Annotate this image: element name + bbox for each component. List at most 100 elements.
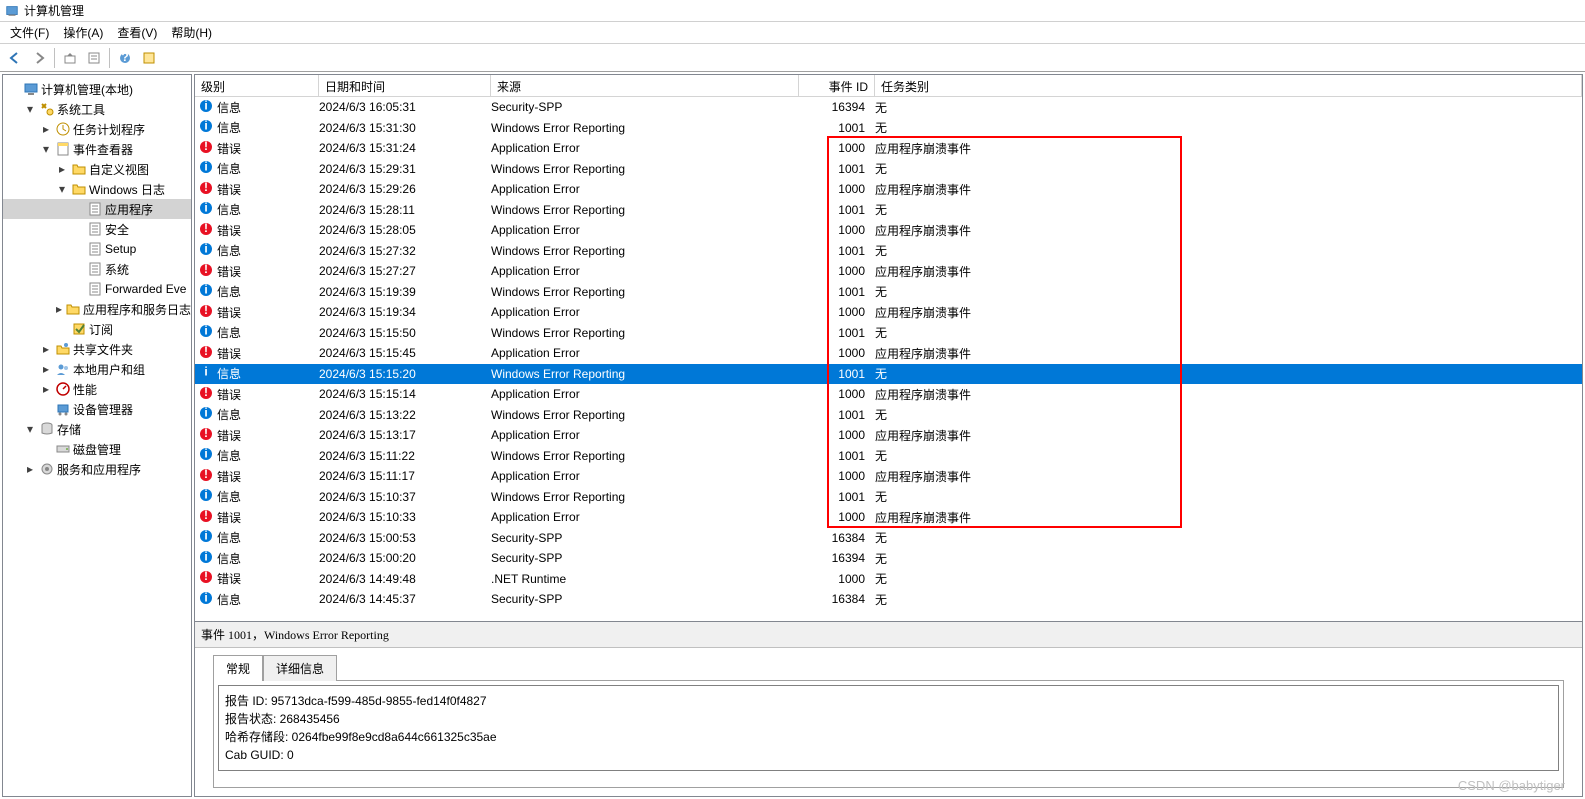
event-row[interactable]: i信息2024/6/3 16:05:31Security-SPP16394无 bbox=[195, 97, 1582, 118]
event-row[interactable]: i信息2024/6/3 15:15:50Windows Error Report… bbox=[195, 323, 1582, 344]
event-row[interactable]: i信息2024/6/3 15:28:11Windows Error Report… bbox=[195, 200, 1582, 221]
tree-item[interactable]: 计算机管理(本地) bbox=[3, 79, 191, 99]
event-level: 信息 bbox=[217, 242, 241, 259]
grid-header[interactable]: 级别 日期和时间 来源 事件 ID 任务类别 bbox=[195, 75, 1582, 97]
col-category[interactable]: 任务类别 bbox=[875, 75, 1582, 96]
tree-item[interactable]: ▾系统工具 bbox=[3, 99, 191, 119]
event-row[interactable]: i信息2024/6/3 15:29:31Windows Error Report… bbox=[195, 159, 1582, 180]
tree-twisty[interactable]: ▸ bbox=[55, 302, 63, 316]
tree-twisty[interactable]: ▾ bbox=[23, 102, 37, 116]
event-row[interactable]: !错误2024/6/3 15:10:33Application Error100… bbox=[195, 507, 1582, 528]
event-row[interactable]: i信息2024/6/3 15:13:22Windows Error Report… bbox=[195, 405, 1582, 426]
event-row[interactable]: i信息2024/6/3 14:45:37Security-SPP16384无 bbox=[195, 589, 1582, 610]
event-id: 1001 bbox=[799, 490, 875, 504]
back-button[interactable] bbox=[4, 47, 26, 69]
event-row[interactable]: i信息2024/6/3 15:27:32Windows Error Report… bbox=[195, 241, 1582, 262]
error-icon: ! bbox=[199, 222, 213, 239]
event-row[interactable]: i信息2024/6/3 15:10:37Windows Error Report… bbox=[195, 487, 1582, 508]
col-level[interactable]: 级别 bbox=[195, 75, 319, 96]
error-icon: ! bbox=[199, 386, 213, 403]
info-icon: i bbox=[199, 365, 213, 382]
tree-item[interactable]: 磁盘管理 bbox=[3, 439, 191, 459]
tree-item[interactable]: ▸自定义视图 bbox=[3, 159, 191, 179]
help-button[interactable]: ? bbox=[114, 47, 136, 69]
event-row[interactable]: !错误2024/6/3 15:28:05Application Error100… bbox=[195, 220, 1582, 241]
event-row[interactable]: i信息2024/6/3 15:00:53Security-SPP16384无 bbox=[195, 528, 1582, 549]
tree-item[interactable]: Setup bbox=[3, 239, 191, 259]
event-row[interactable]: !错误2024/6/3 15:15:14Application Error100… bbox=[195, 384, 1582, 405]
properties-button[interactable] bbox=[83, 47, 105, 69]
tree-twisty[interactable]: ▸ bbox=[39, 382, 53, 396]
tree-item[interactable]: 系统 bbox=[3, 259, 191, 279]
tree-item[interactable]: ▸应用程序和服务日志 bbox=[3, 299, 191, 319]
svg-text:i: i bbox=[204, 283, 207, 297]
tree-twisty[interactable]: ▾ bbox=[55, 182, 69, 196]
tree-label: 订阅 bbox=[89, 321, 113, 338]
event-row[interactable]: !错误2024/6/3 15:31:24Application Error100… bbox=[195, 138, 1582, 159]
event-source: Windows Error Reporting bbox=[491, 285, 799, 299]
info-icon: i bbox=[199, 447, 213, 464]
tree-item[interactable]: 应用程序 bbox=[3, 199, 191, 219]
event-source: Application Error bbox=[491, 387, 799, 401]
up-button[interactable] bbox=[59, 47, 81, 69]
event-grid[interactable]: 级别 日期和时间 来源 事件 ID 任务类别 i信息2024/6/3 16:05… bbox=[195, 75, 1582, 621]
tree-twisty[interactable]: ▸ bbox=[55, 162, 69, 176]
tree-twisty[interactable]: ▾ bbox=[39, 142, 53, 156]
error-icon: ! bbox=[199, 345, 213, 362]
event-row[interactable]: !错误2024/6/3 14:49:48.NET Runtime1000无 bbox=[195, 569, 1582, 590]
tree-item[interactable]: 安全 bbox=[3, 219, 191, 239]
tree-twisty[interactable]: ▾ bbox=[23, 422, 37, 436]
col-id[interactable]: 事件 ID bbox=[799, 75, 875, 96]
nav-tree[interactable]: 计算机管理(本地)▾系统工具▸任务计划程序▾事件查看器▸自定义视图▾Window… bbox=[2, 74, 192, 797]
svg-text:!: ! bbox=[204, 181, 208, 194]
tree-item[interactable]: ▸性能 bbox=[3, 379, 191, 399]
tab-general[interactable]: 常规 bbox=[213, 655, 263, 681]
tree-item[interactable]: ▸任务计划程序 bbox=[3, 119, 191, 139]
tree-item[interactable]: ▸ 服务和应用程序 bbox=[3, 459, 191, 479]
menu-help[interactable]: 帮助(H) bbox=[165, 22, 218, 43]
event-source: Application Error bbox=[491, 469, 799, 483]
col-source[interactable]: 来源 bbox=[491, 75, 799, 96]
event-datetime: 2024/6/3 15:10:33 bbox=[319, 510, 491, 524]
tree-item[interactable]: ▾存储 bbox=[3, 419, 191, 439]
folder-icon bbox=[65, 301, 81, 317]
event-row[interactable]: !错误2024/6/3 15:29:26Application Error100… bbox=[195, 179, 1582, 200]
tree-item[interactable]: ▾事件查看器 bbox=[3, 139, 191, 159]
refresh-button[interactable] bbox=[138, 47, 160, 69]
col-date[interactable]: 日期和时间 bbox=[319, 75, 491, 96]
menu-view[interactable]: 查看(V) bbox=[111, 22, 163, 43]
event-row[interactable]: !错误2024/6/3 15:13:17Application Error100… bbox=[195, 425, 1582, 446]
event-row[interactable]: i信息2024/6/3 15:15:20Windows Error Report… bbox=[195, 364, 1582, 385]
event-row[interactable]: !错误2024/6/3 15:19:34Application Error100… bbox=[195, 302, 1582, 323]
detail-text: 报告 ID: 95713dca-f599-485d-9855-fed14f0f4… bbox=[218, 685, 1559, 771]
event-category: 无 bbox=[875, 570, 1582, 587]
tree-twisty[interactable]: ▸ bbox=[39, 342, 53, 356]
tree-twisty[interactable]: ▸ bbox=[39, 122, 53, 136]
menu-file[interactable]: 文件(F) bbox=[4, 22, 55, 43]
tree-item[interactable]: 订阅 bbox=[3, 319, 191, 339]
event-source: Windows Error Reporting bbox=[491, 203, 799, 217]
event-level: 信息 bbox=[217, 488, 241, 505]
svg-text:!: ! bbox=[204, 263, 208, 276]
forward-button[interactable] bbox=[28, 47, 50, 69]
event-row[interactable]: i信息2024/6/3 15:31:30Windows Error Report… bbox=[195, 118, 1582, 139]
event-row[interactable]: i信息2024/6/3 15:00:20Security-SPP16394无 bbox=[195, 548, 1582, 569]
event-row[interactable]: i信息2024/6/3 15:19:39Windows Error Report… bbox=[195, 282, 1582, 303]
tree-twisty[interactable]: ▸ bbox=[23, 462, 37, 476]
tree-twisty[interactable]: ▸ bbox=[39, 362, 53, 376]
tree-label: 服务和应用程序 bbox=[57, 461, 141, 478]
event-row[interactable]: !错误2024/6/3 15:27:27Application Error100… bbox=[195, 261, 1582, 282]
menu-action[interactable]: 操作(A) bbox=[57, 22, 109, 43]
tab-details[interactable]: 详细信息 bbox=[263, 655, 337, 681]
tree-item[interactable]: ▸共享文件夹 bbox=[3, 339, 191, 359]
tree-item[interactable]: 设备管理器 bbox=[3, 399, 191, 419]
comp-icon bbox=[23, 81, 39, 97]
event-row[interactable]: i信息2024/6/3 15:11:22Windows Error Report… bbox=[195, 446, 1582, 467]
event-id: 1001 bbox=[799, 326, 875, 340]
tree-item[interactable]: Forwarded Eve bbox=[3, 279, 191, 299]
event-row[interactable]: !错误2024/6/3 15:15:45Application Error100… bbox=[195, 343, 1582, 364]
tree-item[interactable]: ▾Windows 日志 bbox=[3, 179, 191, 199]
tree-item[interactable]: ▸本地用户和组 bbox=[3, 359, 191, 379]
event-datetime: 2024/6/3 15:19:39 bbox=[319, 285, 491, 299]
event-row[interactable]: !错误2024/6/3 15:11:17Application Error100… bbox=[195, 466, 1582, 487]
